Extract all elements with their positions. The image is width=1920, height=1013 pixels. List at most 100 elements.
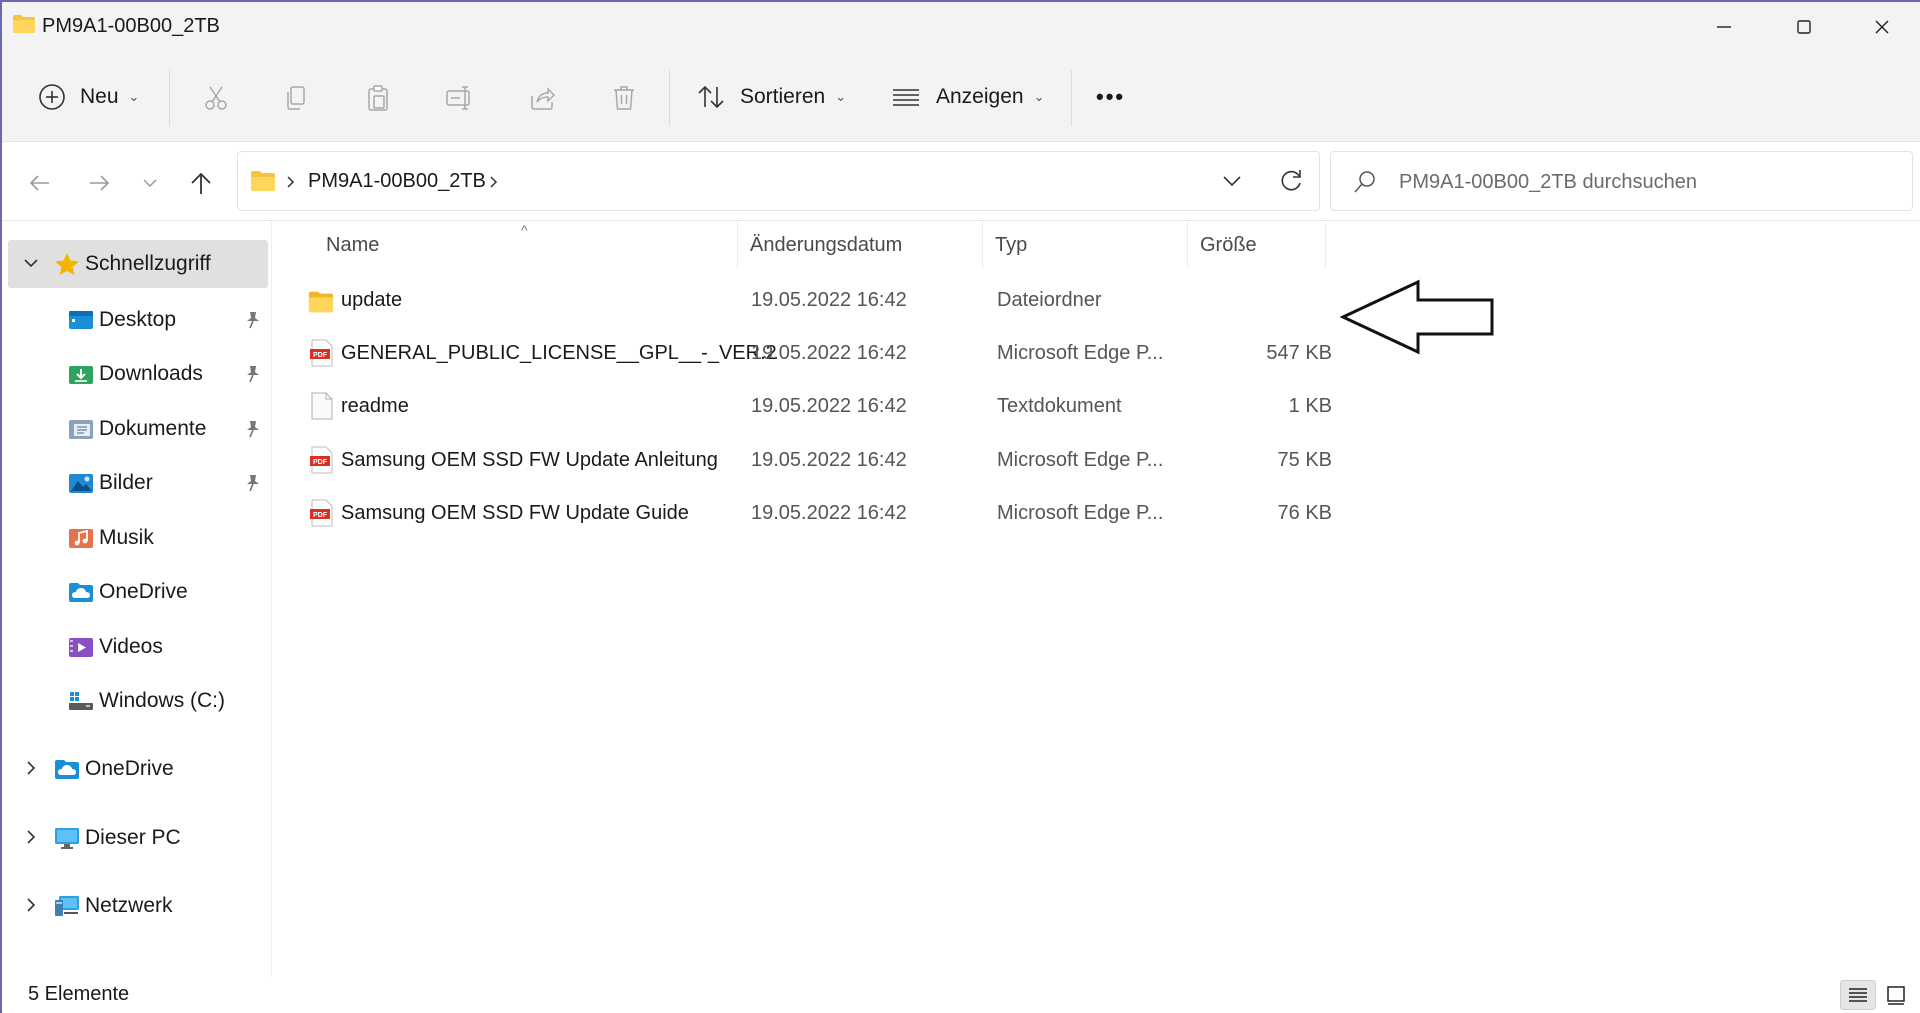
file-size: 76 KB — [1277, 502, 1332, 524]
sidebar-item-windows-c[interactable]: Windows (C:) — [2, 677, 272, 725]
file-type: Textdokument — [997, 395, 1122, 417]
pin-icon[interactable] — [244, 419, 262, 439]
delete-button[interactable] — [606, 80, 642, 116]
tiles-view-button[interactable] — [1878, 980, 1914, 1010]
sort-ascending-icon: ^ — [521, 222, 528, 238]
chevron-down-icon — [143, 179, 157, 188]
star-icon — [55, 253, 79, 275]
sort-label: Sortieren — [740, 85, 826, 108]
up-button[interactable] — [181, 163, 221, 203]
onedrive-folder-icon — [55, 760, 79, 779]
chevron-right-icon[interactable] — [22, 759, 40, 777]
minimize-button[interactable] — [1684, 2, 1764, 52]
sidebar-item-this-pc[interactable]: Dieser PC — [2, 814, 272, 862]
command-bar: Neu ⌄ Sortieren ⌄ Anzeigen ⌄ ••• — [2, 52, 1920, 142]
pdf-icon: PDF — [310, 499, 333, 527]
address-history-chevron-icon[interactable] — [1222, 174, 1242, 188]
svg-text:PDF: PDF — [313, 459, 328, 466]
file-name: Samsung OEM SSD FW Update Anleitung — [341, 449, 718, 471]
new-button[interactable]: Neu ⌄ — [38, 52, 139, 142]
forward-button[interactable] — [79, 163, 119, 203]
new-label: Neu — [80, 85, 119, 108]
sidebar-item-videos[interactable]: Videos — [2, 623, 272, 671]
breadcrumb-current[interactable]: PM9A1-00B00_2TB — [308, 170, 486, 193]
sidebar-item-music[interactable]: Musik — [2, 514, 272, 562]
maximize-icon — [1797, 20, 1811, 34]
search-input[interactable]: PM9A1-00B00_2TB durchsuchen — [1399, 171, 1697, 194]
copy-button[interactable] — [279, 80, 315, 116]
column-header-date[interactable]: Änderungsdatum — [738, 222, 983, 268]
folder-icon — [13, 15, 35, 33]
chevron-right-icon[interactable] — [22, 896, 40, 914]
arrow-up-icon — [191, 172, 211, 194]
svg-text:PDF: PDF — [313, 512, 328, 519]
recent-locations-button[interactable] — [130, 163, 170, 203]
sidebar-item-label: Downloads — [99, 362, 203, 385]
search-icon — [1354, 171, 1375, 193]
tiles-view-icon — [1887, 986, 1905, 1005]
status-bar: 5 Elemente — [2, 977, 1920, 1013]
file-list: Name ^ Änderungsdatum Typ Größe update 1… — [273, 222, 1920, 977]
sidebar-item-label: Videos — [99, 635, 163, 658]
column-header-type[interactable]: Typ — [983, 222, 1188, 268]
cut-button[interactable] — [198, 80, 234, 116]
view-label: Anzeigen — [936, 85, 1024, 108]
folder-icon — [308, 291, 334, 313]
sidebar-item-quick-access[interactable]: Schnellzugriff — [8, 240, 268, 288]
paste-button[interactable] — [360, 80, 396, 116]
arrow-right-icon — [90, 175, 110, 191]
sort-icon — [698, 85, 724, 109]
rename-button[interactable] — [442, 80, 478, 116]
sidebar-item-onedrive-quick[interactable]: OneDrive — [2, 568, 272, 616]
maximize-button[interactable] — [1764, 2, 1844, 52]
file-name: readme — [341, 395, 409, 417]
details-view-button[interactable] — [1840, 980, 1876, 1010]
title-bar: PM9A1-00B00_2TB — [2, 2, 1920, 52]
chevron-down-icon[interactable] — [22, 254, 40, 272]
plus-circle-icon — [39, 84, 65, 110]
ellipsis-icon: ••• — [1096, 84, 1126, 109]
file-row[interactable]: readme 19.05.2022 16:42 Textdokument 1 K… — [283, 380, 1593, 433]
column-header-name[interactable]: Name ^ — [273, 222, 738, 268]
sidebar-item-desktop[interactable]: Desktop — [2, 296, 272, 344]
pin-icon[interactable] — [244, 310, 262, 330]
back-button[interactable] — [20, 163, 60, 203]
address-row: PM9A1-00B00_2TB PM9A1-00B00_2TB durchsuc… — [2, 143, 1920, 221]
pin-icon[interactable] — [244, 473, 262, 493]
sidebar-item-onedrive[interactable]: OneDrive — [2, 745, 272, 793]
close-button[interactable] — [1842, 2, 1920, 52]
sidebar-item-label: OneDrive — [99, 580, 188, 603]
file-type: Microsoft Edge P... — [997, 502, 1164, 524]
more-options-button[interactable]: ••• — [1096, 52, 1125, 142]
share-icon — [531, 87, 556, 110]
sidebar-item-label: Musik — [99, 526, 154, 549]
arrow-left-icon — [29, 175, 49, 191]
sidebar-item-pictures[interactable]: Bilder — [2, 459, 272, 507]
sidebar-item-network[interactable]: Netzwerk — [2, 882, 272, 930]
file-size: 1 KB — [1288, 395, 1332, 417]
view-button[interactable]: Anzeigen ⌄ — [892, 52, 1044, 142]
download-folder-icon — [69, 366, 93, 384]
share-button[interactable] — [524, 80, 560, 116]
file-row[interactable]: PDF Samsung OEM SSD FW Update Anleitung … — [283, 434, 1593, 487]
sidebar-item-label: Schnellzugriff — [85, 252, 211, 275]
chevron-right-icon[interactable] — [489, 176, 499, 188]
onedrive-folder-icon — [69, 583, 93, 602]
sort-button[interactable]: Sortieren ⌄ — [696, 52, 846, 142]
refresh-icon[interactable] — [1278, 168, 1304, 194]
pictures-folder-icon — [69, 474, 93, 493]
computer-icon — [55, 828, 79, 849]
sidebar-item-downloads[interactable]: Downloads — [2, 350, 272, 398]
search-box[interactable]: PM9A1-00B00_2TB durchsuchen — [1330, 151, 1913, 211]
file-name: GENERAL_PUBLIC_LICENSE__GPL__-_VER.2 — [341, 342, 777, 364]
toolbar-divider — [1071, 70, 1072, 126]
file-name: update — [341, 289, 403, 311]
file-type: Microsoft Edge P... — [997, 342, 1164, 364]
pin-icon[interactable] — [244, 364, 262, 384]
address-bar[interactable]: PM9A1-00B00_2TB — [237, 151, 1320, 211]
chevron-down-icon: ⌄ — [1033, 89, 1045, 104]
chevron-right-icon[interactable] — [22, 828, 40, 846]
file-row[interactable]: PDF Samsung OEM SSD FW Update Guide 19.0… — [283, 487, 1593, 540]
column-header-size[interactable]: Größe — [1188, 222, 1326, 268]
sidebar-item-documents[interactable]: Dokumente — [2, 405, 272, 453]
